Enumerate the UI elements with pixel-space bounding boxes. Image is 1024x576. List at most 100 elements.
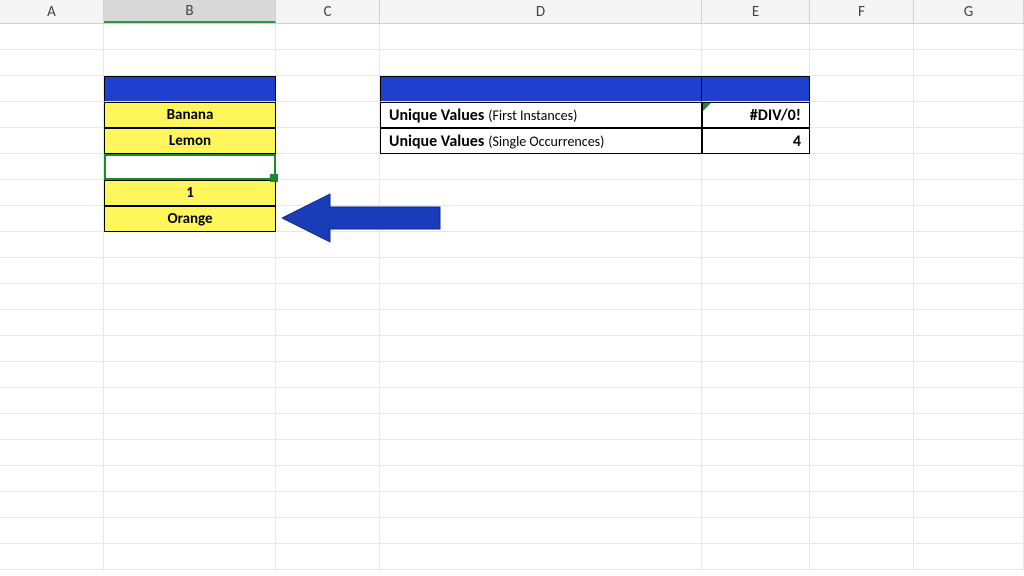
cell[interactable] (810, 76, 914, 102)
cell[interactable] (276, 544, 380, 570)
list-item[interactable]: Banana (104, 102, 276, 128)
cell[interactable] (0, 492, 104, 518)
cell[interactable] (380, 388, 702, 414)
cell[interactable] (702, 336, 810, 362)
cell[interactable] (104, 310, 276, 336)
cell[interactable] (702, 388, 810, 414)
cell[interactable] (702, 180, 810, 206)
cell[interactable] (276, 154, 380, 180)
cell[interactable] (276, 336, 380, 362)
cell[interactable] (810, 518, 914, 544)
cell[interactable] (810, 206, 914, 232)
cell[interactable] (380, 310, 702, 336)
cell[interactable] (702, 440, 810, 466)
cell[interactable] (104, 388, 276, 414)
list-item[interactable]: Lemon (104, 128, 276, 154)
cell[interactable] (380, 336, 702, 362)
cell[interactable] (380, 440, 702, 466)
cell[interactable] (0, 232, 104, 258)
col-header-G[interactable]: G (914, 0, 1024, 23)
cell[interactable] (0, 206, 104, 232)
cell[interactable] (914, 206, 1024, 232)
cell[interactable] (914, 440, 1024, 466)
cell[interactable] (104, 284, 276, 310)
summary-value-single-occurrences[interactable]: 4 (702, 128, 810, 154)
cell[interactable] (702, 492, 810, 518)
cell[interactable] (914, 466, 1024, 492)
list-item[interactable]: Orange (104, 206, 276, 232)
cell[interactable] (914, 76, 1024, 102)
cell[interactable] (0, 76, 104, 102)
cell[interactable] (914, 180, 1024, 206)
cell[interactable] (914, 24, 1024, 50)
cell[interactable] (702, 24, 810, 50)
summary-header[interactable] (380, 76, 702, 102)
cell[interactable] (380, 154, 702, 180)
summary-value-first-instances[interactable]: #DIV/0! (702, 102, 810, 128)
cell[interactable] (810, 310, 914, 336)
cell[interactable] (914, 518, 1024, 544)
cell[interactable] (914, 232, 1024, 258)
cell[interactable] (380, 518, 702, 544)
cell[interactable] (104, 492, 276, 518)
cell[interactable] (914, 492, 1024, 518)
cell[interactable] (810, 284, 914, 310)
cell[interactable] (276, 362, 380, 388)
cell[interactable] (276, 414, 380, 440)
cell[interactable] (702, 154, 810, 180)
cell[interactable] (810, 388, 914, 414)
cell[interactable] (0, 50, 104, 76)
cell[interactable] (702, 258, 810, 284)
cell[interactable] (104, 440, 276, 466)
cell[interactable] (0, 258, 104, 284)
cell[interactable] (702, 284, 810, 310)
cell[interactable] (702, 310, 810, 336)
cell[interactable] (0, 466, 104, 492)
cell[interactable] (0, 414, 104, 440)
cell[interactable] (0, 154, 104, 180)
cell[interactable] (276, 258, 380, 284)
list-item-blank[interactable] (104, 154, 276, 180)
cell[interactable] (810, 102, 914, 128)
cell[interactable] (0, 518, 104, 544)
col-header-E[interactable]: E (702, 0, 810, 23)
cell[interactable] (276, 466, 380, 492)
list-header[interactable] (104, 76, 276, 102)
cell[interactable] (0, 180, 104, 206)
cell[interactable] (810, 180, 914, 206)
cell[interactable] (914, 258, 1024, 284)
cell[interactable] (702, 518, 810, 544)
cell[interactable] (276, 492, 380, 518)
cell[interactable] (0, 336, 104, 362)
summary-header[interactable] (702, 76, 810, 102)
cell[interactable] (0, 310, 104, 336)
cell[interactable] (0, 284, 104, 310)
col-header-D[interactable]: D (380, 0, 702, 23)
cell[interactable] (104, 336, 276, 362)
cell[interactable] (276, 102, 380, 128)
cell[interactable] (0, 24, 104, 50)
cell[interactable] (810, 24, 914, 50)
cell[interactable] (914, 362, 1024, 388)
cell[interactable] (276, 518, 380, 544)
cell[interactable] (702, 232, 810, 258)
cell[interactable] (914, 128, 1024, 154)
cell[interactable] (702, 414, 810, 440)
cell[interactable] (380, 258, 702, 284)
cell[interactable] (104, 362, 276, 388)
cell[interactable] (810, 414, 914, 440)
cell[interactable] (810, 544, 914, 570)
cell[interactable] (810, 50, 914, 76)
cell[interactable] (810, 466, 914, 492)
list-item[interactable]: 1 (104, 180, 276, 206)
cell[interactable] (810, 232, 914, 258)
cell[interactable] (0, 128, 104, 154)
cell[interactable] (810, 362, 914, 388)
cell[interactable] (276, 310, 380, 336)
cell[interactable] (914, 336, 1024, 362)
cell[interactable] (914, 414, 1024, 440)
spreadsheet-grid[interactable]: A B C D E F G (0, 0, 1024, 576)
summary-label-single-occurrences[interactable]: Unique Values (Single Occurrences) (380, 128, 702, 154)
cell[interactable] (810, 336, 914, 362)
cell[interactable] (810, 154, 914, 180)
